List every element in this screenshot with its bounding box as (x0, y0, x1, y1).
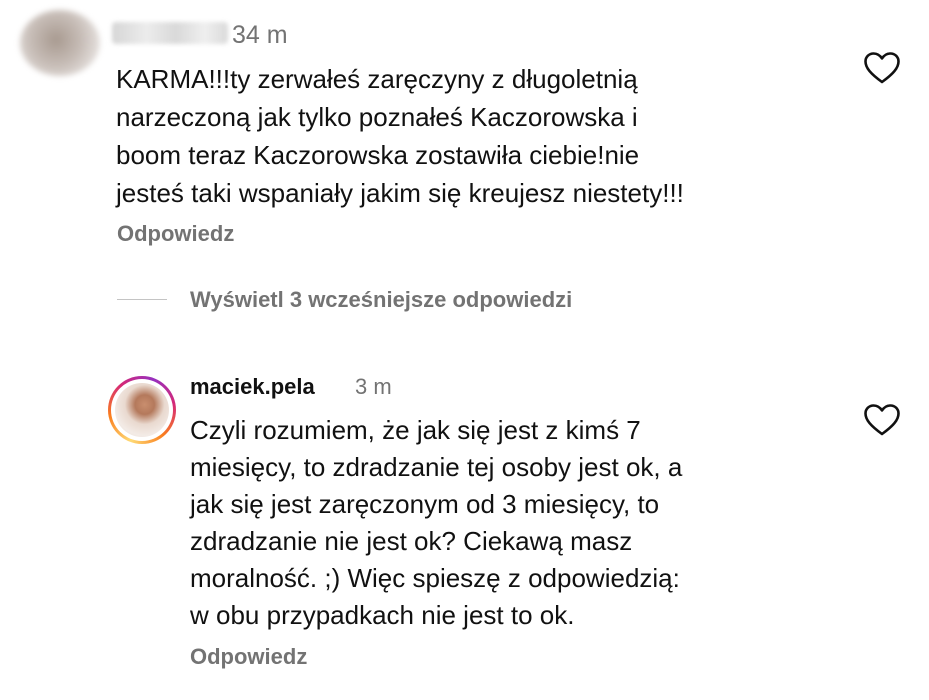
comment-text-line: boom teraz Kaczorowska zostawiła ciebie!… (116, 140, 640, 170)
comment-avatar-blurred[interactable] (20, 10, 100, 76)
reply-username[interactable]: maciek.pela (190, 372, 315, 402)
reply-text-line: moralność. ;) Więc spieszę z odpowiedzią… (190, 563, 680, 593)
comment-text: KARMA!!!ty zerwałeś zaręczyny z długolet… (116, 60, 836, 212)
replies-divider-line (117, 299, 167, 300)
avatar[interactable] (115, 383, 169, 437)
comment-timestamp: 34 m (232, 21, 288, 49)
reply-avatar-story-ring[interactable] (108, 376, 176, 444)
reply-text-line: jak się jest zaręczonym od 3 miesięcy, t… (190, 489, 660, 519)
reply-text-line: Czyli rozumiem, że jak się jest z kimś 7 (190, 415, 641, 445)
comment-text-line: jesteś taki wspaniały jakim się kreujesz… (116, 178, 684, 208)
reply-timestamp: 3 m (355, 374, 392, 399)
comment-reply-button[interactable]: Odpowiedz (117, 220, 234, 248)
story-ring-gap (111, 379, 173, 441)
reply-text-line: w obu przypadkach nie jest to ok. (190, 600, 575, 630)
comment-username-blurred[interactable] (112, 22, 228, 44)
reply-text-line: zdradzanie nie jest ok? Ciekawą masz (190, 526, 633, 556)
view-earlier-replies-button[interactable]: Wyświetl 3 wcześniejsze odpowiedzi (190, 286, 572, 314)
heart-icon[interactable] (864, 404, 900, 436)
reply-reply-button[interactable]: Odpowiedz (190, 643, 307, 671)
reply-text: Czyli rozumiem, że jak się jest z kimś 7… (190, 412, 840, 634)
comment-text-line: KARMA!!!ty zerwałeś zaręczyny z długolet… (116, 64, 638, 94)
heart-icon[interactable] (864, 52, 900, 84)
reply-text-line: miesięcy, to zdradzanie tej osoby jest o… (190, 452, 683, 482)
comment-text-line: narzeczoną jak tylko poznałeś Kaczorowsk… (116, 102, 638, 132)
